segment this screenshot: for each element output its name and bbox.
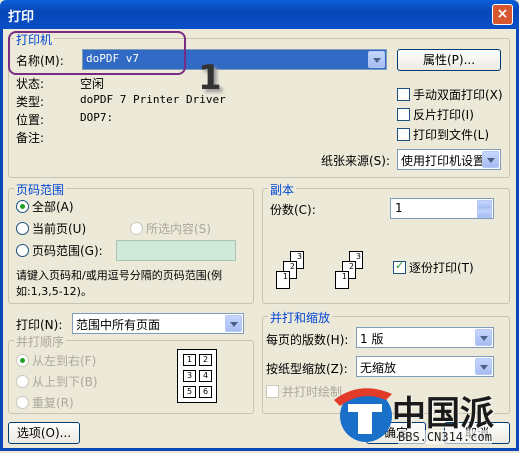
print-to-file-checkbox[interactable] [397, 128, 410, 141]
watermark-url: BBS.CN314.com [398, 430, 492, 444]
grid-cell: 4 [199, 370, 212, 382]
location-value: DOP7: [80, 111, 114, 124]
print-what-label: 打印(N): [16, 318, 63, 332]
zoom-legend: 并打和缩放 [268, 309, 333, 326]
print-what-select[interactable]: 范围中所有页面 [72, 313, 244, 334]
type-value: doPDF 7 Printer Driver [80, 93, 226, 106]
grid-cell: 6 [199, 386, 212, 398]
range-all-radio[interactable] [16, 200, 29, 213]
spin-up-icon[interactable] [477, 200, 492, 209]
range-pages-radio[interactable] [16, 244, 29, 257]
title-bar: 打印 × [0, 0, 519, 29]
reverse-print-label[interactable]: 反片打印(I) [413, 106, 474, 123]
printer-highlight-box [8, 31, 186, 75]
chevron-down-icon[interactable] [482, 151, 499, 168]
status-label: 状态: [16, 77, 45, 91]
page-icon: 1 [276, 271, 290, 289]
paper-source-value: 使用打印机设置 [401, 154, 486, 168]
range-hint-text: 请键入页码和/或用逗号分隔的页码范围(例如:1,3,5-12)。 [16, 269, 222, 298]
print-to-file-label[interactable]: 打印到文件(L) [413, 126, 489, 143]
grid-cell: 2 [199, 354, 212, 366]
order-ttb-label: 从上到下(B) [32, 375, 98, 389]
scale-value: 无缩放 [360, 361, 397, 375]
order-grid-illustration: 1 2 3 4 5 6 [177, 349, 217, 403]
copies-count-label: 份数(C): [270, 203, 316, 217]
print-what-value: 范围中所有页面 [76, 318, 161, 332]
order-repeat-label: 重复(R) [32, 396, 74, 410]
chevron-down-icon[interactable] [475, 358, 492, 375]
window-title: 打印 [8, 10, 35, 25]
manual-duplex-checkbox[interactable] [397, 88, 410, 101]
reverse-print-checkbox[interactable] [397, 108, 410, 121]
paper-source-select[interactable]: 使用打印机设置 [397, 149, 501, 170]
pages-per-sheet-select[interactable]: 1 版 [356, 327, 494, 348]
manual-duplex-label[interactable]: 手动双面打印(X) [413, 86, 503, 103]
watermark-emblem-icon [334, 388, 392, 442]
collate-label[interactable]: 逐份打印(T) [409, 259, 474, 276]
type-label: 类型: [16, 95, 45, 109]
status-value: 空闲 [80, 77, 105, 91]
order-ttb-radio [16, 375, 29, 388]
grid-cell: 3 [183, 370, 196, 382]
range-current-label[interactable]: 当前页(U) [32, 220, 86, 237]
collate-checkbox[interactable] [393, 259, 406, 274]
grid-cell: 5 [183, 386, 196, 398]
page-range-legend: 页码范围 [14, 181, 67, 198]
watermark-text: 中国派 [392, 394, 494, 434]
location-label: 位置: [16, 113, 45, 127]
copies-legend: 副本 [268, 181, 297, 198]
collate-draft-checkbox [266, 385, 279, 398]
paper-source-label: 纸张来源(S): [321, 154, 391, 168]
properties-button[interactable]: 属性(P)... [397, 49, 501, 71]
range-all-label[interactable]: 全部(A) [32, 198, 74, 215]
page-icon: 1 [335, 271, 349, 289]
annotation-number: 1 [198, 58, 222, 98]
order-legend: 并打顺序 [14, 333, 67, 350]
range-current-radio[interactable] [16, 222, 29, 235]
order-ltr-label: 从左到右(F) [32, 354, 97, 368]
pages-per-sheet-label: 每页的版数(H): [266, 333, 349, 347]
range-selection-label: 所选内容(S) [146, 222, 211, 236]
order-ltr-radio [16, 354, 29, 367]
pages-per-sheet-value: 1 版 [360, 332, 384, 346]
chevron-down-icon[interactable] [368, 51, 385, 68]
chevron-down-icon[interactable] [475, 329, 492, 346]
close-button[interactable]: × [492, 4, 513, 25]
copies-count-value: 1 [395, 201, 403, 215]
copies-count-spinner[interactable]: 1 [390, 198, 494, 219]
range-pages-label[interactable]: 页码范围(G): [32, 242, 103, 259]
chevron-down-icon[interactable] [225, 315, 242, 332]
comment-label: 备注: [16, 131, 45, 145]
options-button[interactable]: 选项(O)... [8, 422, 80, 444]
watermark-logo: 中国派 BBS.CN314.com [330, 378, 515, 450]
spin-down-icon[interactable] [477, 209, 492, 218]
scale-label: 按纸型缩放(Z): [266, 362, 348, 376]
grid-cell: 1 [183, 354, 196, 366]
scale-select[interactable]: 无缩放 [356, 356, 494, 377]
order-repeat-radio [16, 396, 29, 409]
range-pages-input[interactable] [116, 240, 236, 261]
range-selection-radio [130, 222, 143, 235]
